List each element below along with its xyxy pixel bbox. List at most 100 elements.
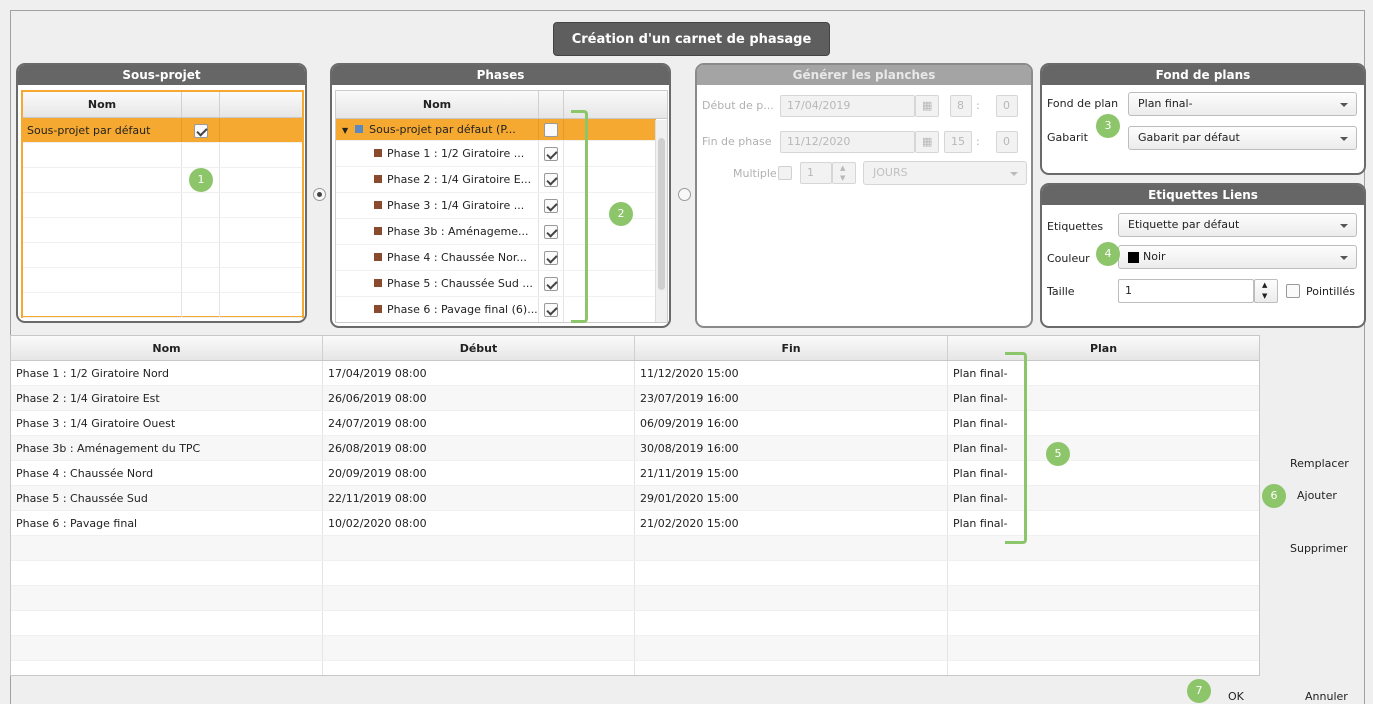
taille-spinner[interactable]: ▲ ▼ bbox=[1254, 279, 1278, 303]
tree-row[interactable]: Phase 5 : Chaussée Sud ... bbox=[336, 271, 656, 297]
table-row[interactable]: Phase 5 : Chaussée Sud 22/11/2019 08:00 29… bbox=[11, 486, 1259, 511]
table-row[interactable]: Phase 1 : 1/2 Giratoire Nord 17/04/2019 0… bbox=[11, 361, 1259, 386]
row-checkbox[interactable] bbox=[544, 303, 558, 317]
multiple-checkbox[interactable] bbox=[778, 166, 792, 180]
scroll-thumb[interactable] bbox=[658, 138, 665, 290]
fin-hour-field[interactable]: 15 bbox=[944, 131, 972, 153]
callout-bracket-2 bbox=[571, 110, 588, 323]
cell-fin bbox=[635, 636, 948, 660]
phase-icon bbox=[374, 227, 382, 235]
generer-radio[interactable] bbox=[678, 188, 691, 201]
table-row[interactable]: Phase 2 : 1/4 Giratoire Est 26/06/2019 08… bbox=[11, 386, 1259, 411]
etiquettes-header: Etiquettes Liens bbox=[1042, 185, 1364, 205]
phases-scrollbar[interactable] bbox=[655, 120, 667, 322]
tree-row[interactable]: Phase 4 : Chaussée Nor... bbox=[336, 245, 656, 271]
generer-header: Générer les planches bbox=[697, 65, 1031, 85]
table-row[interactable]: Sous-projet par défaut bbox=[23, 118, 302, 143]
sousprojet-radio[interactable] bbox=[313, 188, 326, 201]
row-empty bbox=[220, 268, 302, 292]
ajouter-button[interactable]: Ajouter bbox=[1297, 489, 1337, 502]
col-check bbox=[182, 92, 220, 117]
etiquettes-select[interactable]: Etiquette par défaut bbox=[1118, 213, 1357, 237]
cell-nom bbox=[11, 586, 323, 610]
tree-row[interactable]: Phase 3 : 1/4 Giratoire ... bbox=[336, 193, 656, 219]
cell-debut: 24/07/2019 08:00 bbox=[323, 411, 635, 435]
tree-row[interactable]: Phase 2 : 1/4 Giratoire E... bbox=[336, 167, 656, 193]
cell-debut: 20/09/2019 08:00 bbox=[323, 461, 635, 485]
remplacer-button[interactable]: Remplacer bbox=[1290, 457, 1349, 470]
table-row[interactable]: Phase 6 : Pavage final 10/02/2020 08:00 21… bbox=[11, 511, 1259, 536]
chevron-down-icon bbox=[1340, 103, 1348, 107]
row-checkbox[interactable] bbox=[544, 225, 558, 239]
tree-row-label: Phase 6 : Pavage final (6)... bbox=[387, 303, 538, 316]
taille-label: Taille bbox=[1047, 285, 1075, 298]
subproject-icon bbox=[354, 125, 363, 133]
cell-nom bbox=[11, 636, 323, 660]
calendar-icon[interactable]: ▦ bbox=[915, 131, 939, 153]
chevron-down-icon bbox=[1340, 224, 1348, 228]
debut-date-field[interactable]: 17/04/2019 bbox=[780, 95, 915, 117]
col-fin[interactable]: Fin bbox=[635, 336, 948, 360]
taille-field[interactable]: 1 bbox=[1118, 279, 1254, 303]
sousprojet-panel: Sous-projet Nom Sous-projet par défaut bbox=[16, 63, 307, 323]
fond-select[interactable]: Plan final- bbox=[1128, 92, 1357, 116]
pointilles-checkbox[interactable] bbox=[1286, 284, 1300, 298]
table-row[interactable]: Phase 4 : Chaussée Nord 20/09/2019 08:00 2… bbox=[11, 461, 1259, 486]
col-nom[interactable]: Nom bbox=[11, 336, 323, 360]
cell-fin bbox=[635, 586, 948, 610]
tree-row[interactable]: Phase 3b : Aménageme... bbox=[336, 219, 656, 245]
ok-button[interactable]: OK bbox=[1228, 690, 1244, 703]
cell-nom bbox=[11, 536, 323, 560]
multiple-spinner[interactable]: ▲ ▼ bbox=[832, 162, 856, 184]
chevron-down-icon bbox=[1010, 172, 1018, 176]
couleur-select[interactable]: Noir bbox=[1118, 245, 1357, 269]
cell-nom: Phase 1 : 1/2 Giratoire Nord bbox=[11, 361, 323, 385]
tree-row[interactable]: Phase 6 : Pavage final (6)... bbox=[336, 297, 656, 322]
checkbox-cell bbox=[539, 271, 564, 296]
sousprojet-table-header: Nom bbox=[23, 92, 302, 118]
table-row[interactable]: Phase 3b : Aménagement du TPC 26/08/2019 … bbox=[11, 436, 1259, 461]
row-checkbox[interactable] bbox=[544, 147, 558, 161]
sousprojet-table[interactable]: Nom Sous-projet par défaut bbox=[21, 90, 304, 318]
gabarit-select[interactable]: Gabarit par défaut bbox=[1128, 126, 1357, 150]
row-empty bbox=[182, 143, 220, 167]
fond-header: Fond de plans bbox=[1042, 65, 1364, 85]
chevron-down-icon bbox=[1340, 256, 1348, 260]
chevron-down-icon bbox=[1340, 137, 1348, 141]
cell-nom: Phase 2 : 1/4 Giratoire Est bbox=[11, 386, 323, 410]
cell-plan: Plan final- bbox=[953, 392, 1008, 405]
row-checkbox[interactable] bbox=[544, 199, 558, 213]
table-row-empty bbox=[11, 561, 1259, 586]
col-empty bbox=[220, 92, 302, 117]
col-nom[interactable]: Nom bbox=[23, 92, 182, 117]
phases-table[interactable]: Nom Début Fin Plan Phase 1 : 1/2 Giratoi… bbox=[10, 335, 1260, 676]
row-empty bbox=[220, 218, 302, 242]
debut-hour-field[interactable]: 8 bbox=[950, 95, 972, 117]
unit-select[interactable]: JOURS bbox=[863, 161, 1027, 185]
debut-minute-field[interactable]: 0 bbox=[996, 95, 1018, 117]
parent-checkbox[interactable] bbox=[544, 123, 558, 137]
cell-fin: 29/01/2020 15:00 bbox=[635, 486, 948, 510]
row-checkbox[interactable] bbox=[544, 277, 558, 291]
cell-debut bbox=[323, 586, 635, 610]
colon-sep: : bbox=[976, 99, 980, 112]
annuler-button[interactable]: Annuler bbox=[1305, 690, 1348, 703]
fin-minute-field[interactable]: 0 bbox=[996, 131, 1018, 153]
col-debut[interactable]: Début bbox=[323, 336, 635, 360]
row-empty bbox=[182, 268, 220, 292]
calendar-icon[interactable]: ▦ bbox=[915, 95, 939, 117]
table-row[interactable]: Phase 3 : 1/4 Giratoire Ouest 24/07/2019 … bbox=[11, 411, 1259, 436]
cell-plan: Plan final- bbox=[953, 442, 1008, 455]
expand-arrow-icon[interactable]: ▼ bbox=[342, 126, 348, 135]
tree-row[interactable]: Phase 1 : 1/2 Giratoire ... bbox=[336, 141, 656, 167]
gabarit-value: Gabarit par défaut bbox=[1138, 131, 1240, 144]
supprimer-button[interactable]: Supprimer bbox=[1290, 542, 1348, 555]
col-plan[interactable]: Plan bbox=[948, 336, 1259, 360]
multiple-value-field[interactable]: 1 bbox=[800, 162, 832, 184]
row-checkbox[interactable] bbox=[193, 124, 208, 138]
col-nom[interactable]: Nom bbox=[336, 91, 539, 118]
tree-row-parent[interactable]: ▼ Sous-projet par défaut (P... bbox=[336, 119, 656, 141]
fin-date-field[interactable]: 11/12/2020 bbox=[780, 131, 915, 153]
row-checkbox[interactable] bbox=[544, 173, 558, 187]
row-checkbox[interactable] bbox=[544, 251, 558, 265]
